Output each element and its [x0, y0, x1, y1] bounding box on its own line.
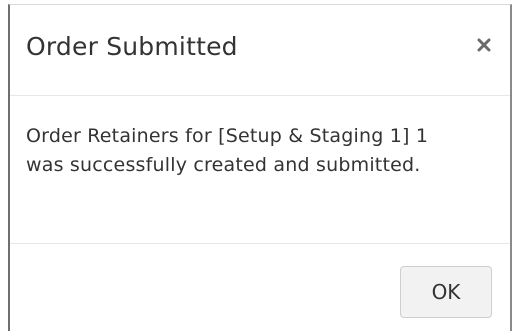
dialog-title: Order Submitted — [26, 32, 238, 61]
close-icon — [477, 38, 491, 52]
dialog-header: Order Submitted — [10, 5, 510, 96]
dialog-footer: OK — [10, 244, 510, 331]
dialog-body: Order Retainers for [Setup & Staging 1] … — [10, 96, 510, 244]
order-submitted-dialog: Order Submitted Order Retainers for [Set… — [8, 4, 512, 331]
dialog-message: Order Retainers for [Setup & Staging 1] … — [26, 125, 429, 176]
ok-button[interactable]: OK — [400, 266, 492, 318]
close-button[interactable] — [472, 33, 496, 57]
